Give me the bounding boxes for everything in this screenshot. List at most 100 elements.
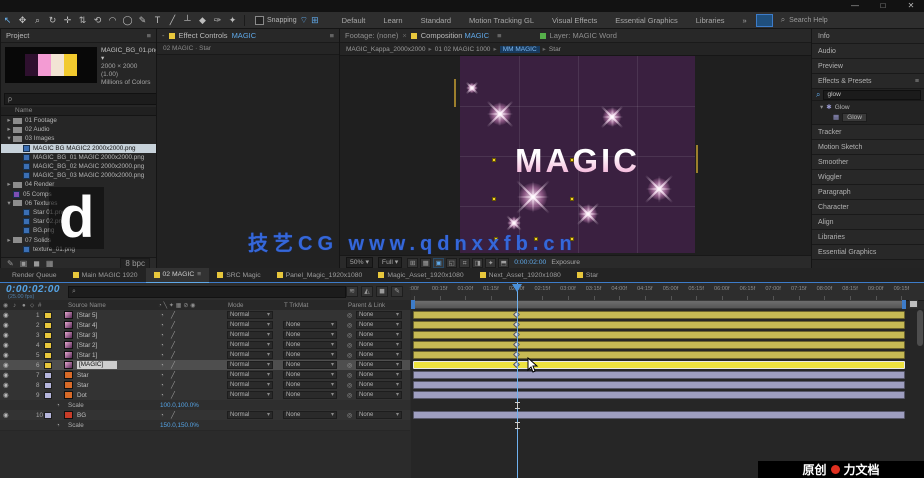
layer-name[interactable]: Star [77,382,89,389]
roi-handle-right[interactable] [696,145,698,173]
project-footer-icon[interactable]: ✎ [7,259,14,268]
layer-label-color[interactable] [44,322,52,329]
mode-select[interactable]: Normal▾ [227,411,273,419]
trkmat-select[interactable]: None▾ [283,411,337,419]
trkmat-select[interactable]: None▾ [283,331,337,339]
tool-icon[interactable]: ✛ [60,13,75,27]
composition-tab[interactable]: Composition MAGIC [421,31,489,40]
layer-duration-bar[interactable] [413,361,905,369]
dock-panel-effects-presets[interactable]: Effects & Presets≡ [812,74,924,89]
layer-label-color[interactable] [44,372,52,379]
snapping-control[interactable]: Snapping ⌔ ⊞ [255,15,319,26]
trkmat-column-label[interactable]: T TrkMat [284,302,308,309]
fx-switch-icon[interactable]: ╱ [171,382,175,389]
time-ruler[interactable]: :00f00:15f01:00f01:15f02:00f02:15f03:00f… [411,283,924,301]
effect-controls-subtab[interactable]: 02 MAGIC · Star [157,43,339,55]
project-tree-row[interactable]: MAGIC BG MAGIC2 2000x2000.png [1,144,156,153]
layer-duration-bar[interactable] [413,391,905,399]
keyframe-handle[interactable] [570,197,574,201]
timeline-tab[interactable]: Star [569,268,606,282]
layer-name[interactable]: [Star 1] [77,352,97,359]
tool-icon[interactable]: ◯ [120,13,135,27]
visibility-eye-icon[interactable]: ◉ [3,391,9,399]
timeline-vertical-scrollbar[interactable] [917,310,923,346]
trkmat-select[interactable]: None▾ [283,371,337,379]
mode-select[interactable]: Normal▾ [227,341,273,349]
layer-name[interactable]: [Star 2] [77,342,97,349]
tool-icon[interactable]: ↖ [0,13,15,27]
parent-select[interactable]: None▾ [356,311,402,319]
layer-name[interactable]: [Star 5] [77,312,97,319]
roi-handle-left[interactable] [454,79,456,107]
timeline-header-icon[interactable]: ≋ [346,286,358,297]
keyframe-handle[interactable] [570,158,574,162]
quality-switch-icon[interactable]: ◔ [160,392,164,399]
tool-icon[interactable]: ╱ [165,13,180,27]
quality-switch-icon[interactable]: ◔ [160,332,164,339]
fx-switch-icon[interactable]: ╱ [171,392,175,399]
timeline-tab[interactable]: Magic_Asset_1920x1080 [370,268,471,282]
trkmat-select[interactable]: None▾ [283,341,337,349]
comp-marker-bin[interactable] [909,300,918,308]
lock-column-icon[interactable]: ⬦ [30,302,34,310]
layer-label-color[interactable] [44,362,52,369]
project-footer-icon[interactable]: ▣ [20,259,28,268]
layer-duration-bar[interactable] [413,371,905,379]
parent-pickwhip-icon[interactable]: ◎ [347,322,352,329]
tool-icon[interactable]: T [150,13,165,27]
quality-switch-icon[interactable]: ◔ [160,372,164,379]
twirl-icon[interactable]: ▸ [5,117,13,124]
viewer-tool-icon[interactable]: ⌗ [459,258,470,268]
workspace-active-icon[interactable] [756,14,773,27]
tool-icon[interactable]: ⇅ [75,13,90,27]
footage-tab[interactable]: Footage: (none) [345,31,398,40]
project-tree-row[interactable]: ▸02 Audio [1,125,156,134]
timeline-search-field[interactable]: ⌕ [68,286,346,298]
parent-pickwhip-icon[interactable]: ◎ [347,382,352,389]
visibility-eye-icon[interactable]: ◉ [3,311,9,319]
quality-switch-icon[interactable]: ◔ [160,382,164,389]
parent-select[interactable]: None▾ [356,391,402,399]
work-area-end-handle[interactable] [902,300,906,309]
keyframe-handle[interactable] [492,197,496,201]
tool-icon[interactable]: ✥ [15,13,30,27]
layer-label-color[interactable] [44,382,52,389]
dock-panel-tracker[interactable]: Tracker [812,125,924,140]
twirl-icon[interactable]: ▾ [5,200,13,207]
viewer-tool-icon[interactable]: ▣ [433,258,444,268]
parent-pickwhip-icon[interactable]: ◎ [347,312,352,319]
tool-icon[interactable]: ┴ [180,13,195,27]
visibility-eye-icon[interactable]: ◉ [3,371,9,379]
layer-name[interactable]: Star [77,372,89,379]
workspace-item[interactable]: Default [333,13,375,28]
viewer-tool-icon[interactable]: ✦ [485,258,496,268]
layer-label-color[interactable] [44,392,52,399]
panel-menu-icon[interactable]: ≡ [497,31,501,40]
panel-menu-icon[interactable]: ≡ [147,31,151,40]
snapping-checkbox[interactable] [255,16,264,25]
mode-select[interactable]: Normal▾ [227,381,273,389]
layer-tab[interactable]: Layer: MAGIC Word [550,31,617,40]
visibility-eye-icon[interactable]: ◉ [3,361,9,369]
parent-select[interactable]: None▾ [356,361,402,369]
work-area-bar[interactable] [411,300,906,309]
layer-duration-bar[interactable] [413,311,905,319]
fx-switch-icon[interactable]: ╱ [171,342,175,349]
timeline-header-icon[interactable]: ◼ [376,286,388,297]
video-column-icon[interactable]: ◉ [3,302,8,309]
fx-switch-icon[interactable]: ╱ [171,312,175,319]
workspace-item[interactable]: Learn [374,13,411,28]
fx-switch-icon[interactable]: ╱ [171,412,175,419]
viewer-tool-icon[interactable]: ▦ [420,258,431,268]
layer-label-color[interactable] [44,412,52,419]
parent-select[interactable]: None▾ [356,411,402,419]
dock-panel-wiggler[interactable]: Wiggler [812,170,924,185]
parent-pickwhip-icon[interactable]: ◎ [347,372,352,379]
viewer-tool-icon[interactable]: ⊞ [407,258,418,268]
parent-pickwhip-icon[interactable]: ◎ [347,392,352,399]
twirl-icon[interactable]: ▸ [5,126,13,133]
breadcrumb-item[interactable]: 01 02 MAGIC 1000 [435,46,491,53]
playhead-line[interactable] [517,283,518,478]
mode-column-label[interactable]: Mode [228,302,243,309]
dock-panel-libraries[interactable]: Libraries [812,230,924,245]
